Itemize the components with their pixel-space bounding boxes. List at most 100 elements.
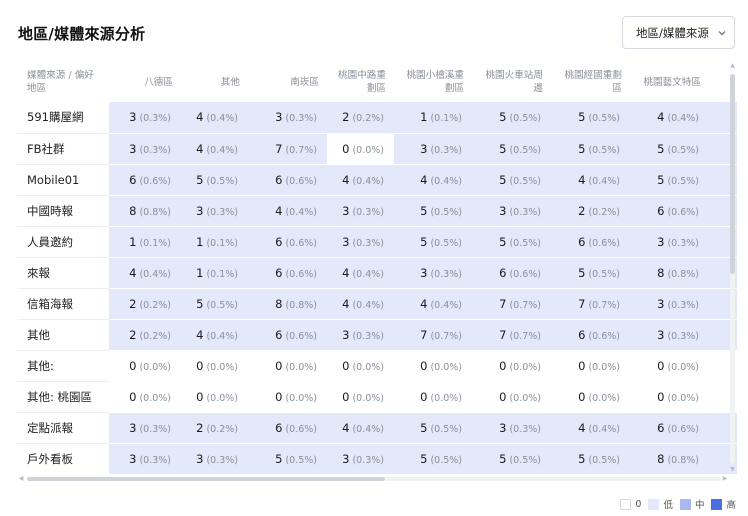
- heat-cell: 3 (0.3%): [630, 319, 709, 351]
- cell-count: 8: [657, 265, 665, 280]
- cell-percent: (0.1%): [206, 237, 238, 249]
- cell-percent: (0.4%): [352, 299, 384, 311]
- cell-percent: (0.2%): [588, 206, 620, 218]
- heat-cell: 7 (0.7%): [394, 319, 472, 351]
- cell-percent: (0.6%): [509, 268, 541, 280]
- view-select[interactable]: 地區/媒體來源: [622, 16, 735, 49]
- legend-swatch-low: [648, 498, 660, 510]
- cell-percent: (0.0%): [285, 361, 317, 373]
- cell-count: 1: [129, 234, 137, 249]
- heatmap-table-container[interactable]: 媒體來源 / 偏好地區 八德區 其他 南崁區 桃園中路重劃區 桃園小檜溪重劃區 桃園火車站…: [17, 62, 737, 474]
- heat-cell: 4 (0.4%): [327, 164, 394, 196]
- horizontal-scrollbar[interactable]: ◀ ▶: [17, 475, 729, 483]
- cell-count: 3: [499, 203, 507, 218]
- column-header: 桃園經國重劃區: [551, 62, 630, 102]
- cell-percent: (0.3%): [509, 206, 541, 218]
- cell-count: 0: [129, 358, 137, 373]
- cell-count: 3: [657, 327, 665, 342]
- heat-cell: 0 (0.0%): [327, 133, 394, 165]
- heat-cell: 5 (0.5%): [472, 133, 551, 165]
- heat-cell: 3 (0.3%): [181, 443, 248, 474]
- scroll-down-arrow-icon[interactable]: ▼: [729, 466, 736, 474]
- heat-cell: 0 (0.0%): [630, 350, 709, 382]
- heat-cell: 4 (0.4%): [630, 102, 709, 134]
- heat-cell: 3 (0.3%): [472, 195, 551, 227]
- heat-cell: 3 (0.3%): [109, 102, 181, 134]
- cell-count: 6: [578, 327, 586, 342]
- cell-percent: (0.0%): [667, 361, 699, 373]
- heat-cell: 3 (0.3%): [109, 133, 181, 165]
- heat-cell: 4 (0.4%): [551, 412, 630, 444]
- cell-count: 3: [657, 234, 665, 249]
- heat-cell: 4 (0.4%): [181, 319, 248, 351]
- cell-percent: (0.7%): [509, 299, 541, 311]
- vertical-scroll-thumb[interactable]: [730, 74, 735, 274]
- column-header: 桃園中路重劃區: [327, 62, 394, 102]
- scroll-right-arrow-icon[interactable]: ▶: [721, 475, 729, 483]
- heat-cell: 5 (0.5%): [630, 133, 709, 165]
- cell-percent: (0.3%): [139, 454, 171, 466]
- cell-percent: (0.5%): [430, 206, 462, 218]
- scroll-left-arrow-icon[interactable]: ◀: [17, 475, 25, 483]
- row-label: 其他:: [17, 350, 109, 382]
- cell-percent: (0.5%): [509, 454, 541, 466]
- cell-percent: (0.3%): [352, 237, 384, 249]
- row-label: 來報: [17, 257, 109, 289]
- cell-percent: (0.5%): [206, 299, 238, 311]
- heat-cell: 4 (0.4%): [551, 164, 630, 196]
- cell-count: 4: [342, 420, 350, 435]
- cell-percent: (0.7%): [509, 330, 541, 342]
- cell-count: 1: [196, 265, 204, 280]
- heat-cell: 0 (0.0%): [551, 381, 630, 413]
- cell-count: 6: [275, 327, 283, 342]
- heat-cell: 7 (0.7%): [472, 288, 551, 320]
- legend-label-low: 低: [663, 500, 673, 511]
- cell-count: 6: [275, 172, 283, 187]
- cell-percent: (0.5%): [206, 175, 238, 187]
- heat-cell: 8 (0.8%): [109, 195, 181, 227]
- table-header-row: 媒體來源 / 偏好地區 八德區 其他 南崁區 桃園中路重劃區 桃園小檜溪重劃區 桃園火車站…: [17, 62, 737, 102]
- heat-cell: 3 (0.3%): [327, 195, 394, 227]
- cell-count: 3: [499, 420, 507, 435]
- cell-percent: (0.3%): [667, 330, 699, 342]
- cell-count: 6: [578, 234, 586, 249]
- cell-percent: (0.2%): [206, 423, 238, 435]
- cell-count: 8: [657, 451, 665, 466]
- cell-count: 5: [420, 203, 428, 218]
- cell-percent: (0.6%): [667, 206, 699, 218]
- heat-cell: 5 (0.5%): [472, 443, 551, 474]
- cell-count: 3: [196, 451, 204, 466]
- cell-percent: (0.4%): [430, 175, 462, 187]
- heat-cell: 3 (0.3%): [472, 412, 551, 444]
- scroll-up-arrow-icon[interactable]: ▲: [729, 62, 736, 70]
- cell-count: 2: [129, 296, 137, 311]
- cell-count: 3: [342, 234, 350, 249]
- cell-count: 5: [196, 296, 204, 311]
- table-row: 戶外看板 3 (0.3%) 3 (0.3%) 5 (0.5%) 3 (0.3%) 5 (0.5%) 5…: [17, 443, 737, 474]
- heat-cell: 4 (0.4%): [181, 102, 248, 134]
- cell-percent: (0.6%): [285, 423, 317, 435]
- cell-percent: (0.0%): [509, 392, 541, 404]
- cell-count: 3: [420, 265, 428, 280]
- cell-count: 6: [657, 420, 665, 435]
- cell-percent: (0.4%): [352, 423, 384, 435]
- cell-count: 0: [342, 389, 350, 404]
- cell-count: 2: [578, 203, 586, 218]
- cell-percent: (0.4%): [139, 268, 171, 280]
- corner-header: 媒體來源 / 偏好地區: [17, 62, 109, 102]
- cell-count: 5: [657, 141, 665, 156]
- row-label: 其他: [17, 319, 109, 351]
- cell-percent: (0.0%): [352, 361, 384, 373]
- cell-count: 1: [420, 110, 428, 125]
- heat-cell: 4 (0.4%): [248, 195, 327, 227]
- cell-count: 0: [657, 389, 665, 404]
- horizontal-scroll-thumb[interactable]: [27, 477, 385, 481]
- cell-count: 0: [129, 389, 137, 404]
- vertical-scrollbar[interactable]: ▲ ▼: [729, 62, 736, 474]
- cell-percent: (0.3%): [430, 268, 462, 280]
- cell-percent: (0.1%): [206, 268, 238, 280]
- cell-percent: (0.5%): [588, 144, 620, 156]
- cell-percent: (0.3%): [139, 113, 171, 125]
- cell-count: 4: [342, 296, 350, 311]
- heat-cell: 5 (0.5%): [394, 412, 472, 444]
